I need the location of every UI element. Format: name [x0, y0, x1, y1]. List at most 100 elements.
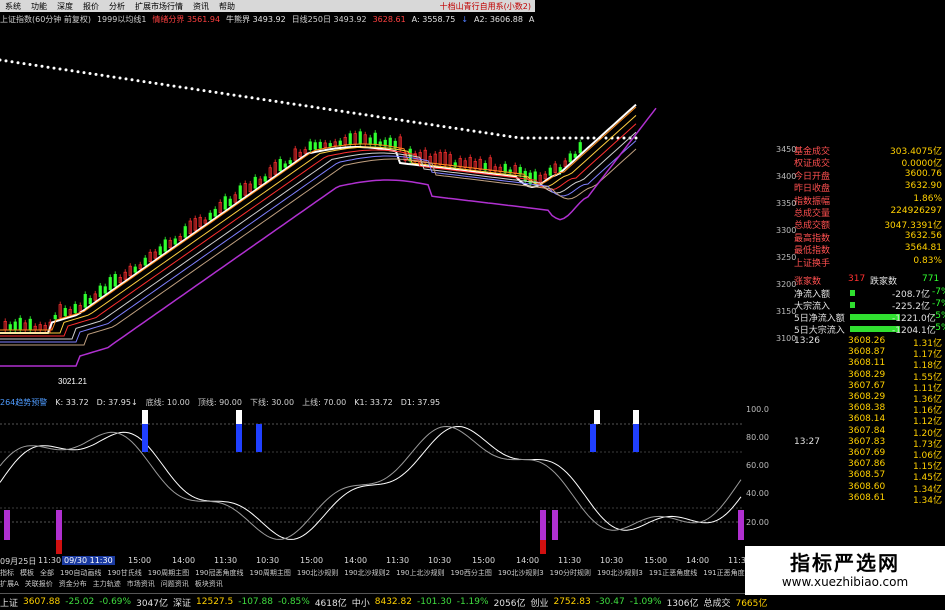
candle-body	[98, 285, 102, 298]
info-item: ↓	[461, 15, 469, 24]
candle-body	[63, 308, 67, 317]
indicator-tab[interactable]: 191正恶角度线	[649, 568, 697, 579]
info-item: 牛熊界 3493.92	[226, 15, 286, 24]
candle-body	[288, 160, 292, 165]
indicator-axis-tick: 100.0	[746, 405, 769, 414]
indicator-tab[interactable]: 191正恶角度	[703, 568, 744, 579]
time-label: 15:00	[300, 556, 324, 565]
up-count-label: 涨家数	[794, 277, 822, 287]
extended-tab[interactable]: 问题资讯	[161, 579, 189, 590]
menu-extended-market[interactable]: 扩展市场行情	[130, 1, 188, 12]
price-axis-tick: 3250	[776, 253, 797, 262]
trend-dot	[544, 136, 548, 140]
trend-dot	[0, 58, 2, 62]
trend-dot	[34, 63, 38, 67]
ma-line	[0, 131, 637, 340]
tick-volume: 1.17亿	[912, 350, 942, 361]
indicator-tab[interactable]: 190周期主图	[148, 568, 189, 579]
indicator-tab[interactable]: 190分时规则	[550, 568, 591, 579]
up-count-value: 317	[848, 274, 866, 284]
candle-body	[83, 293, 87, 308]
indicator-tab[interactable]: 190自动画线	[60, 568, 101, 579]
extended-tab[interactable]: 板块资讯	[195, 579, 223, 590]
trend-dot	[238, 94, 242, 98]
menu-function[interactable]: 功能	[26, 1, 52, 12]
trend-dot	[148, 81, 152, 84]
extended-tab[interactable]: 资金分布	[59, 579, 87, 590]
candle-body	[113, 274, 117, 287]
signal-bar	[590, 424, 596, 452]
indicator-tab[interactable]: 190甘氏线	[107, 568, 141, 579]
menu-depth[interactable]: 深度	[52, 1, 78, 12]
trend-dot	[436, 124, 440, 128]
signal-bar	[56, 540, 62, 554]
signal-bar	[552, 510, 558, 540]
trend-dot	[166, 83, 170, 87]
trend-dot	[4, 59, 8, 63]
indicator-tab[interactable]: 190北沙规则	[297, 568, 338, 579]
menu-quote[interactable]: 报价	[78, 1, 104, 12]
indicator-tab[interactable]: 190北沙规则2	[344, 568, 390, 579]
candle-body	[578, 142, 582, 154]
indicator-tab[interactable]: 模板	[20, 568, 34, 579]
indicator-tab[interactable]: 指标	[0, 568, 14, 579]
trend-dot	[346, 110, 350, 114]
watermark-url: www.xuezhibiao.com	[781, 574, 909, 589]
candle-body	[328, 143, 332, 147]
trend-dot	[10, 60, 14, 64]
menu-help[interactable]: 帮助	[214, 1, 240, 12]
trend-dot	[322, 107, 326, 111]
candle-body	[133, 266, 137, 273]
window-title: 十档山青行自用系(小数2)	[439, 1, 531, 11]
extended-tab[interactable]: 关联报价	[25, 579, 53, 590]
trend-dot	[514, 135, 518, 139]
candle-body	[373, 132, 377, 146]
candle-body	[173, 238, 177, 245]
extended-tab[interactable]: 市场资讯	[127, 579, 155, 590]
price-axis-tick: 3200	[776, 280, 797, 289]
panel-label: 上证换手	[794, 258, 831, 269]
menu-news[interactable]: 资讯	[188, 1, 214, 12]
trend-dot	[202, 89, 206, 93]
kd-indicator-chart[interactable]	[0, 408, 745, 556]
indicator-tab[interactable]: 190上北沙规则	[396, 568, 444, 579]
trend-dot	[154, 81, 158, 85]
main-kline-chart[interactable]: 3021.21	[0, 26, 745, 398]
trend-dot	[232, 93, 236, 97]
flow-label: 净流入额	[794, 290, 831, 300]
time-label: 11:30	[214, 556, 238, 565]
flow-value: -225.2亿	[892, 302, 931, 312]
indicator-tab[interactable]: 190北沙规则3	[597, 568, 643, 579]
trend-dot	[292, 102, 296, 106]
trend-dot	[214, 90, 218, 94]
indicator-param: 底线: 10.00	[145, 397, 190, 407]
indicator-tab[interactable]: 190冠恶角度线	[195, 568, 243, 579]
panel-label: 权证成交	[794, 159, 831, 170]
info-item: A2: 3606.88	[474, 15, 523, 24]
panel-value: 0.83%	[913, 255, 942, 266]
panel-value: 3047.3391亿	[884, 221, 942, 232]
down-count-label: 跌家数	[870, 277, 898, 287]
candle-body	[338, 140, 342, 146]
trend-dot	[178, 85, 182, 89]
trend-dot	[136, 79, 140, 83]
indicator-tab[interactable]: 190西分主图	[450, 568, 491, 579]
trend-dot	[430, 123, 434, 127]
menu-analysis[interactable]: 分析	[104, 1, 130, 12]
trend-dot	[124, 77, 128, 81]
extended-tab[interactable]: 主力轨迹	[93, 579, 121, 590]
indicator-tab[interactable]: 190周期主图	[250, 568, 291, 579]
menu-system[interactable]: 系统	[0, 1, 26, 12]
price-axis-tick: 3150	[776, 307, 797, 316]
indicator-tab[interactable]: 全部	[40, 568, 54, 579]
trend-dot	[448, 126, 452, 129]
trend-dot	[100, 73, 104, 77]
extended-tab[interactable]: 扩展A	[0, 579, 19, 590]
candle-body	[283, 163, 287, 168]
trend-dot	[580, 136, 584, 140]
trend-dot	[520, 136, 524, 140]
indicator-tabs: 指标 模板 全部 190自动画线 190甘氏线 190周期主图 190冠恶角度线 190周期主…	[0, 568, 745, 579]
signal-bar	[256, 424, 262, 452]
tick-price: 3608.87	[848, 347, 886, 358]
indicator-tab[interactable]: 190北沙规则3	[498, 568, 544, 579]
